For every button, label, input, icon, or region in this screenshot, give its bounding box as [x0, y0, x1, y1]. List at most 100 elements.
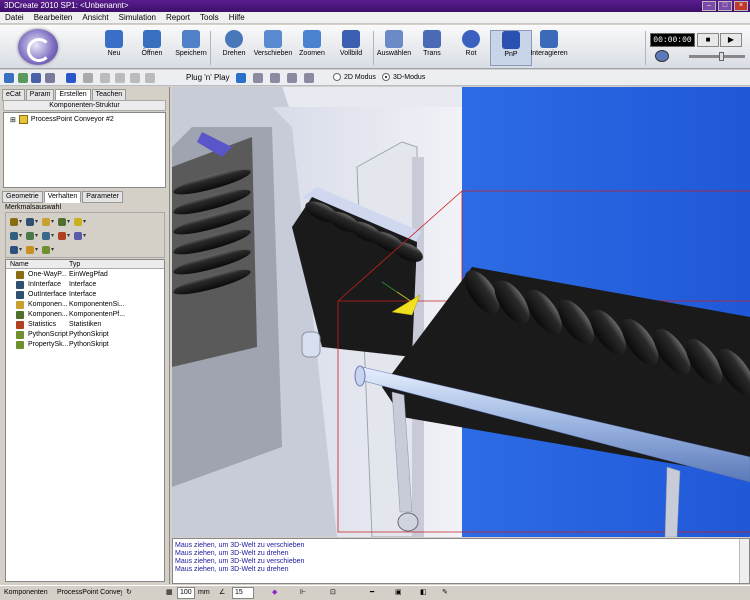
angle-input[interactable]: 15: [232, 587, 254, 599]
copy-icon[interactable]: [83, 73, 93, 83]
python-feature-button[interactable]: [41, 245, 55, 255]
grid-size-input[interactable]: 100: [177, 587, 195, 599]
select-button[interactable]: Auswählen: [373, 30, 415, 57]
angle-icon[interactable]: ∠: [219, 588, 225, 598]
speed-icon[interactable]: [655, 50, 669, 62]
play-button[interactable]: ▶: [720, 33, 742, 47]
close-button[interactable]: ×: [734, 1, 748, 11]
pnp-button[interactable]: PnP: [490, 30, 532, 66]
script-feature-button[interactable]: [25, 245, 39, 255]
grid-unit: mm: [198, 589, 210, 596]
menu-datei[interactable]: Datei: [5, 12, 24, 23]
translate-icon: [423, 30, 441, 48]
rotate-view-button[interactable]: Drehen: [213, 30, 255, 57]
tree-expander[interactable]: ⊞: [10, 116, 16, 124]
conveyor-icon[interactable]: [253, 73, 263, 83]
pan-icon: [264, 30, 282, 48]
path-icon: [16, 311, 24, 319]
table-row[interactable]: Komponen... KomponentenPf...: [6, 310, 164, 320]
color-icon[interactable]: ◧: [420, 588, 427, 598]
sensor-feature-button[interactable]: [41, 231, 55, 241]
tree-item-conveyor[interactable]: ⊞ ProcessPoint Conveyor #2: [10, 115, 114, 124]
interface-feature-button[interactable]: [9, 231, 23, 241]
menu-hilfe[interactable]: Hilfe: [229, 12, 245, 23]
robot-feature-button[interactable]: [25, 217, 39, 227]
interact-button[interactable]: Interagieren: [528, 30, 570, 57]
menu-bearbeiten[interactable]: Bearbeiten: [34, 12, 73, 23]
column-name[interactable]: Name: [10, 260, 29, 269]
tab-geometrie[interactable]: Geometrie: [2, 191, 43, 203]
slider-thumb[interactable]: [719, 52, 724, 61]
log-scrollbar[interactable]: [739, 539, 749, 583]
menu-tools[interactable]: Tools: [200, 12, 219, 23]
conveyor-out-icon[interactable]: [287, 73, 297, 83]
mode-3d-radio[interactable]: 3D-Modus: [382, 73, 425, 81]
table-feature-button[interactable]: [9, 245, 23, 255]
stop-button[interactable]: ■: [697, 33, 719, 47]
snap-point-icon[interactable]: ◆: [272, 588, 277, 598]
sim-timer: 00:00:00: [650, 33, 695, 47]
table-row[interactable]: Statistics Statistiken: [6, 320, 164, 330]
menu-bar: Datei Bearbeiten Ansicht Simulation Repo…: [0, 12, 750, 24]
layout-icon[interactable]: [4, 73, 14, 83]
fullscreen-button[interactable]: Vollbild: [330, 30, 372, 57]
app-logo-icon[interactable]: [18, 29, 58, 65]
snap-mode-icon[interactable]: ↻: [126, 588, 132, 598]
detach-icon[interactable]: [115, 73, 125, 83]
conveyor-branch-icon[interactable]: [304, 73, 314, 83]
render-mode-icon[interactable]: ▣: [395, 588, 402, 598]
tab-verhalten[interactable]: Verhalten: [43, 191, 82, 203]
component-icon: [18, 115, 28, 124]
log-line: Maus ziehen, um 3D-Welt zu verschieben: [175, 542, 305, 549]
align-icon[interactable]: ⊩: [300, 588, 306, 598]
table-row[interactable]: PythonScript PythonSkript: [6, 330, 164, 340]
translate-button[interactable]: Trans: [411, 30, 453, 57]
table-row[interactable]: Komponen... KomponentenSi...: [6, 300, 164, 310]
python-icon: [16, 331, 24, 339]
connect-icon[interactable]: [31, 73, 41, 83]
column-type[interactable]: Typ: [69, 260, 80, 269]
feature-icon[interactable]: [66, 73, 76, 83]
undo-icon[interactable]: [130, 73, 140, 83]
signal-icon: [16, 301, 24, 309]
pan-view-button[interactable]: Verschieben: [252, 30, 294, 57]
signal-feature-button[interactable]: [73, 217, 87, 227]
table-row[interactable]: PropertySk... PythonSkript: [6, 340, 164, 350]
snap-icon[interactable]: [18, 73, 28, 83]
redo-icon[interactable]: [145, 73, 155, 83]
menu-simulation[interactable]: Simulation: [119, 12, 156, 23]
open-button[interactable]: Öffnen: [131, 30, 173, 57]
clear-icon[interactable]: ✎: [442, 588, 448, 598]
rotate-object-button[interactable]: Rot: [450, 30, 492, 57]
select-icon: [385, 30, 403, 48]
plug-icon[interactable]: [236, 73, 246, 83]
save-button[interactable]: Speichern: [170, 30, 212, 57]
table-row[interactable]: InInterface Interface: [6, 280, 164, 290]
tab-parameter[interactable]: Parameter: [82, 191, 123, 203]
line-tool-icon[interactable]: ━: [370, 588, 374, 598]
attach-icon[interactable]: [100, 73, 110, 83]
creator-feature-button[interactable]: [73, 231, 87, 241]
table-row[interactable]: OutInterface Interface: [6, 290, 164, 300]
conveyor-in-icon[interactable]: [270, 73, 280, 83]
mode-2d-radio[interactable]: 2D Modus: [333, 73, 376, 81]
speed-slider[interactable]: [689, 52, 745, 61]
zoom-view-button[interactable]: Zoomen: [291, 30, 333, 57]
statistics-feature-button[interactable]: [57, 231, 71, 241]
minimize-button[interactable]: –: [702, 1, 716, 11]
python-icon: [16, 341, 24, 349]
path-feature-button[interactable]: [9, 217, 23, 227]
table-row[interactable]: One-WayP... EinWegPfad: [6, 270, 164, 280]
measure-tool-icon[interactable]: ⊡: [330, 588, 336, 598]
menu-ansicht[interactable]: Ansicht: [82, 12, 108, 23]
3d-viewport[interactable]: [172, 87, 750, 537]
transfer-feature-button[interactable]: [25, 231, 39, 241]
menu-report[interactable]: Report: [166, 12, 190, 23]
new-button[interactable]: Neu: [93, 30, 135, 57]
grid-icon[interactable]: ▦: [166, 588, 173, 598]
connector-feature-button[interactable]: [57, 217, 71, 227]
3d-scene[interactable]: [172, 87, 750, 537]
container-feature-button[interactable]: [41, 217, 55, 227]
measure-icon[interactable]: [45, 73, 55, 83]
maximize-button[interactable]: □: [718, 1, 732, 11]
